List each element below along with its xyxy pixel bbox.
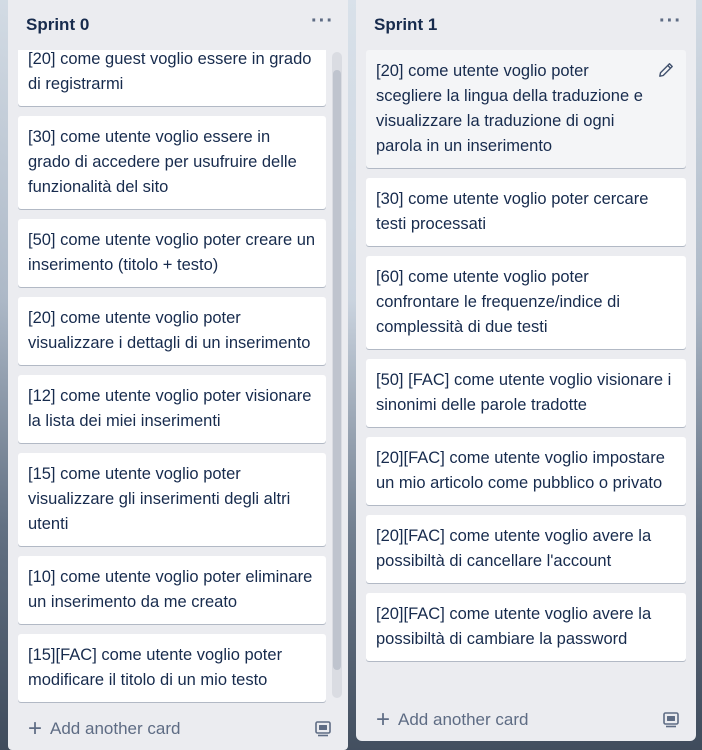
card-template-icon[interactable] bbox=[662, 712, 680, 728]
card[interactable]: [60] come utente voglio poter confrontar… bbox=[366, 256, 686, 349]
list-menu-icon[interactable]: ··· bbox=[311, 11, 334, 34]
card[interactable]: [20][FAC] come utente voglio avere la po… bbox=[366, 593, 686, 661]
card[interactable]: [20] come guest voglio essere in grado d… bbox=[18, 50, 326, 106]
pencil-icon[interactable] bbox=[658, 62, 674, 78]
card-title: [20] come guest voglio essere in grado d… bbox=[28, 50, 312, 93]
card-title: [15][FAC] come utente voglio poter modif… bbox=[28, 646, 283, 689]
add-card-label: Add another card bbox=[398, 710, 529, 729]
card-title: [12] come utente voglio poter visionare … bbox=[28, 387, 312, 430]
card-title: [30] come utente voglio poter cercare te… bbox=[376, 190, 649, 233]
card-title: [10] come utente voglio poter eliminare … bbox=[28, 568, 313, 611]
plus-icon: + bbox=[376, 706, 391, 733]
card-title: [15] come utente voglio poter visualizza… bbox=[28, 465, 291, 533]
card-template-icon[interactable] bbox=[314, 721, 332, 737]
list-footer: + Add another card bbox=[356, 699, 696, 741]
scrollbar-thumb[interactable] bbox=[333, 70, 341, 670]
card[interactable]: [12] come utente voglio poter visionare … bbox=[18, 375, 326, 443]
card-title: [50] [FAC] come utente voglio visionare … bbox=[376, 371, 672, 414]
card-title: [20] come utente voglio poter visualizza… bbox=[28, 309, 311, 352]
list-header: Sprint 1 ··· bbox=[356, 0, 696, 50]
list-sprint-1: Sprint 1 ··· [20] come utente voglio pot… bbox=[356, 0, 696, 741]
card[interactable]: [15][FAC] come utente voglio poter modif… bbox=[18, 634, 326, 702]
card[interactable]: [20] come utente voglio poter scegliere … bbox=[366, 50, 686, 168]
card-title: [50] come utente voglio poter creare un … bbox=[28, 231, 316, 274]
card-list: [20] come utente voglio poter scegliere … bbox=[356, 50, 696, 699]
card-list: [20] come guest voglio essere in grado d… bbox=[8, 50, 348, 708]
card-title: [60] come utente voglio poter confrontar… bbox=[376, 268, 620, 336]
list-title[interactable]: Sprint 0 bbox=[26, 15, 89, 35]
card-title: [20][FAC] come utente voglio impostare u… bbox=[376, 449, 665, 492]
plus-icon: + bbox=[28, 715, 43, 742]
add-card-button[interactable]: + Add another card bbox=[28, 715, 181, 742]
list-footer: + Add another card bbox=[8, 708, 348, 750]
card-title: [20] come utente voglio poter scegliere … bbox=[376, 62, 643, 155]
card[interactable]: [50] [FAC] come utente voglio visionare … bbox=[366, 359, 686, 427]
card[interactable]: [30] come utente voglio essere in grado … bbox=[18, 116, 326, 209]
scrollbar[interactable] bbox=[332, 52, 342, 698]
card[interactable]: [30] come utente voglio poter cercare te… bbox=[366, 178, 686, 246]
list-sprint-0: Sprint 0 ··· [20] come guest voglio esse… bbox=[8, 0, 348, 750]
add-card-label: Add another card bbox=[50, 719, 181, 738]
card[interactable]: [20][FAC] come utente voglio impostare u… bbox=[366, 437, 686, 505]
card[interactable]: [20][FAC] come utente voglio avere la po… bbox=[366, 515, 686, 583]
card-title: [20][FAC] come utente voglio avere la po… bbox=[376, 605, 652, 648]
card-title: [30] come utente voglio essere in grado … bbox=[28, 128, 297, 196]
card[interactable]: [20] come utente voglio poter visualizza… bbox=[18, 297, 326, 365]
add-card-button[interactable]: + Add another card bbox=[376, 706, 529, 733]
list-title[interactable]: Sprint 1 bbox=[374, 15, 437, 35]
card[interactable]: [15] come utente voglio poter visualizza… bbox=[18, 453, 326, 546]
card[interactable]: [50] come utente voglio poter creare un … bbox=[18, 219, 326, 287]
list-header: Sprint 0 ··· bbox=[8, 0, 348, 50]
card-title: [20][FAC] come utente voglio avere la po… bbox=[376, 527, 652, 570]
card[interactable]: [10] come utente voglio poter eliminare … bbox=[18, 556, 326, 624]
list-menu-icon[interactable]: ··· bbox=[659, 11, 682, 34]
